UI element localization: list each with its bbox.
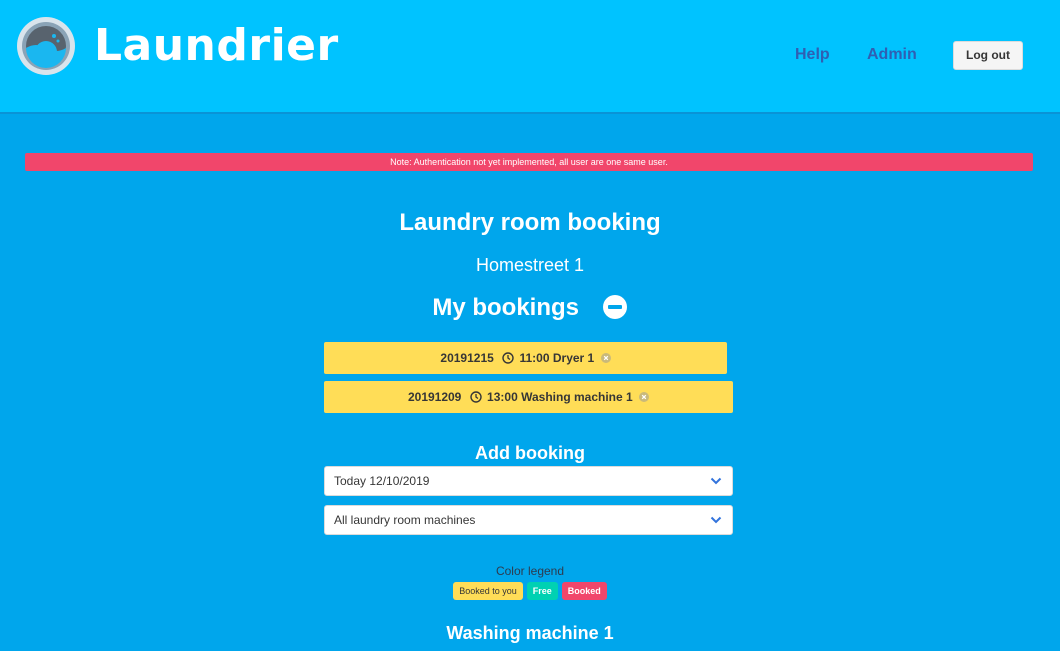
top-navbar: Laundrier Help Admin Log out: [0, 0, 1060, 114]
booking-date: 20191209: [407, 390, 462, 404]
legend-booked-to-you: Booked to you: [453, 582, 523, 600]
booking-time: 13:00: [487, 390, 518, 404]
machine-select[interactable]: All laundry room machines: [324, 505, 733, 535]
clock-icon: [502, 352, 514, 364]
my-bookings-heading: My bookings: [432, 294, 579, 321]
my-bookings-header: My bookings: [0, 294, 1060, 322]
date-select[interactable]: Today 12/10/2019: [324, 466, 733, 496]
chevron-down-icon: [710, 516, 722, 524]
chevron-down-icon: [710, 477, 722, 485]
nav-admin-link[interactable]: Admin: [867, 45, 917, 65]
booking-machine: Dryer 1: [552, 351, 595, 365]
legend-free: Free: [526, 582, 558, 600]
booking-machine: Washing machine 1: [521, 390, 633, 404]
color-legend-title: Color legend: [495, 564, 565, 578]
machine-select-value: All laundry room machines: [334, 513, 476, 527]
booking-item[interactable]: 20191215 11:00 Dryer 1: [324, 342, 727, 374]
app-logo-text[interactable]: Laundrier: [94, 18, 339, 74]
address-text: Homestreet 1: [475, 255, 585, 275]
cancel-booking-icon[interactable]: [639, 392, 650, 402]
logout-button[interactable]: Log out: [953, 41, 1023, 70]
minus-circle-icon[interactable]: [602, 294, 628, 320]
cancel-booking-icon[interactable]: [600, 353, 611, 363]
machine-section-title: Washing machine 1: [446, 623, 614, 643]
legend-booked: Booked: [561, 582, 607, 600]
page-title: Laundry room booking: [399, 209, 661, 236]
booking-item[interactable]: 20191209 13:00 Washing machine 1: [324, 381, 733, 413]
clock-icon: [470, 391, 482, 403]
add-booking-heading: Add booking: [475, 443, 585, 463]
nav-help-link[interactable]: Help: [795, 45, 830, 65]
booking-time: 11:00: [519, 351, 550, 365]
auth-notice-banner: Note: Authentication not yet implemented…: [25, 153, 1033, 171]
booking-date: 20191215: [440, 351, 494, 365]
date-select-value: Today 12/10/2019: [334, 474, 430, 488]
color-legend: Booked to you Free Booked: [0, 582, 1060, 600]
washing-machine-icon[interactable]: [16, 16, 76, 76]
